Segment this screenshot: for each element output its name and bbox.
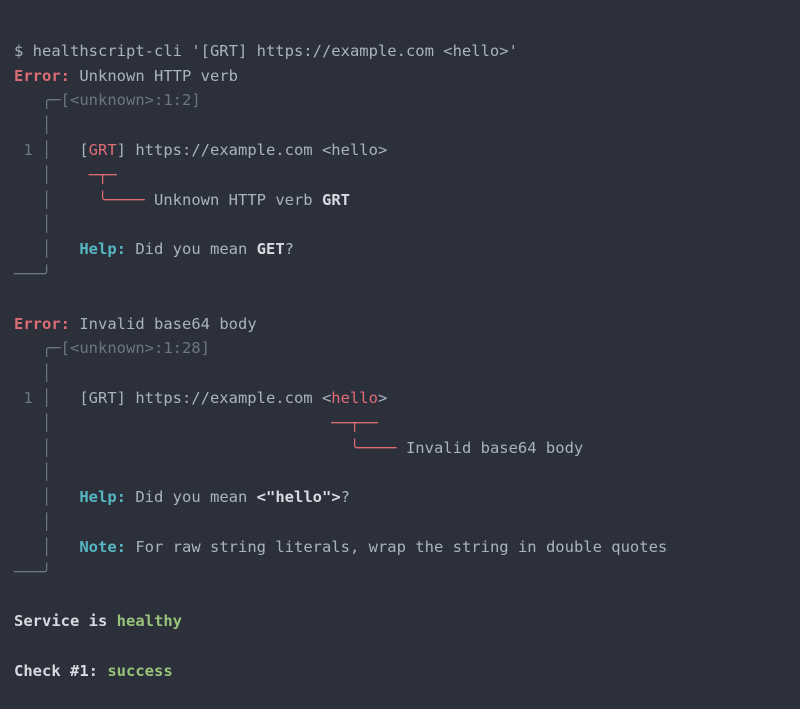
pointer-underline: ──┬──: [331, 414, 378, 432]
error-label: Error:: [14, 67, 70, 85]
pointer-line-2: │ ──┬──: [14, 414, 378, 432]
error-title: Unknown HTTP verb: [79, 67, 238, 85]
terminal-output: $ healthscript-cli '[GRT] https://exampl…: [0, 0, 800, 702]
code-line-2: 1 │ [GRT] https://example.com <hello>: [14, 389, 387, 407]
pointer-arrow: ╰────: [350, 439, 406, 457]
error-1-header: Error: Unknown HTTP verb: [14, 67, 238, 85]
gutter-line: │: [14, 215, 51, 233]
error-2-header: Error: Invalid base64 body: [14, 315, 257, 333]
error-title: Invalid base64 body: [79, 315, 256, 333]
help-suggestion: <"hello">: [257, 488, 341, 506]
help-label: Help:: [79, 240, 126, 258]
command-bin: healthscript-cli: [33, 42, 192, 60]
error-label: Error:: [14, 315, 70, 333]
command-line: $ healthscript-cli '[GRT] https://exampl…: [14, 42, 518, 60]
error-1-loc: ╭─[<unknown>:1:2]: [14, 91, 201, 109]
error-2-loc: ╭─[<unknown>:1:28]: [14, 339, 210, 357]
code-line-1: 1 │ [GRT] https://example.com <hello>: [14, 141, 387, 159]
pointer-msg-2: │ ╰──── Invalid base64 body: [14, 439, 583, 457]
block-end-2: ───╯: [14, 563, 51, 581]
pointer-line-1: │ ─┬─: [14, 166, 117, 184]
help-line-2: │ Help: Did you mean <"hello">?: [14, 488, 350, 506]
pointer-underline: ─┬─: [89, 166, 117, 184]
highlight-body: hello: [331, 389, 378, 407]
prompt-dollar: $: [14, 42, 33, 60]
check-status-line: Check #1: success: [14, 662, 173, 680]
highlight-verb: GRT: [89, 141, 117, 159]
help-label: Help:: [79, 488, 126, 506]
pointer-arrow: ╰────: [98, 191, 154, 209]
gutter-line: │: [14, 364, 51, 382]
help-line-1: │ Help: Did you mean GET?: [14, 240, 294, 258]
help-suggestion: GET: [257, 240, 285, 258]
service-status-line: Service is healthy: [14, 612, 182, 630]
pointer-msg-1: │ ╰──── Unknown HTTP verb GRT: [14, 191, 350, 209]
line-number: 1 │: [14, 389, 51, 407]
note-line-2: │ Note: For raw string literals, wrap th…: [14, 538, 667, 556]
check-status: success: [107, 662, 172, 680]
block-end-1: ───╯: [14, 265, 51, 283]
line-number: 1 │: [14, 141, 51, 159]
gutter-line: │: [14, 513, 51, 531]
source-location: [<unknown>:1:2]: [61, 91, 201, 109]
note-label: Note:: [79, 538, 126, 556]
gutter-line: │: [14, 463, 51, 481]
source-location: [<unknown>:1:28]: [61, 339, 210, 357]
gutter-line: │: [14, 116, 51, 134]
command-arg: '[GRT] https://example.com <hello>': [191, 42, 518, 60]
service-status: healthy: [117, 612, 182, 630]
